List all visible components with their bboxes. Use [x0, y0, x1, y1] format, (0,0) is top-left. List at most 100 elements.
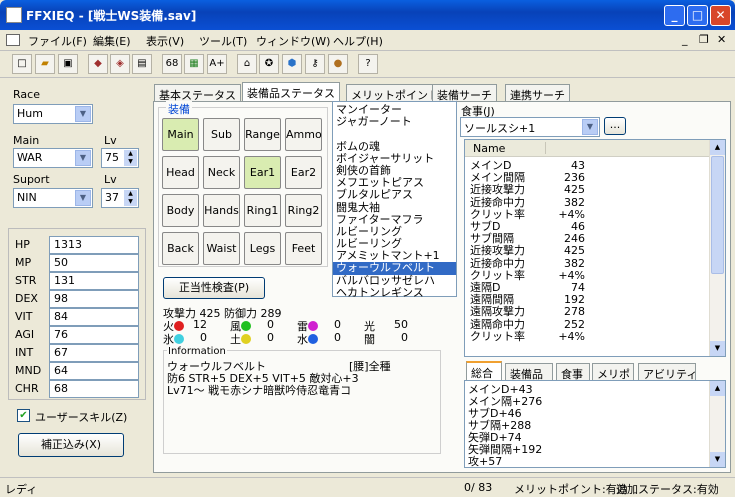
mdi-close-icon[interactable]: ✕	[717, 33, 726, 46]
house-icon[interactable]: ⌂	[237, 54, 257, 74]
slot-main[interactable]: Main	[162, 118, 199, 151]
parameter-scrollbar[interactable]: ▲ ▼	[709, 140, 725, 356]
menu-view[interactable]: 表示(V)	[146, 33, 184, 49]
parameter-list[interactable]: Name メインD 43 メイン間隔 236 近接攻撃力 425 近接命中力 382 ク…	[464, 139, 726, 357]
main-job-label: Main	[13, 134, 40, 147]
param-name: 遠隔攻撃力	[470, 305, 525, 319]
shield-icon[interactable]: ⬢	[282, 54, 302, 74]
list-item[interactable]	[333, 128, 456, 140]
list-item[interactable]: ブルタルピアス	[333, 189, 456, 201]
subtab-item[interactable]: 総合	[466, 361, 502, 380]
tool-68-icon[interactable]: 68	[162, 54, 182, 74]
list-item[interactable]: ヘカトンレギンス	[333, 286, 456, 299]
close-button[interactable]: ✕	[710, 5, 731, 26]
slot-ring1[interactable]: Ring1	[244, 194, 281, 227]
list-item[interactable]: ジャガーノート	[333, 116, 456, 128]
element-resist: 水	[297, 331, 318, 347]
help-icon[interactable]: ?	[358, 54, 378, 74]
spin-icon[interactable]: ▲ ▼	[124, 190, 137, 206]
tab-equipment-status[interactable]: 装備品ステータス	[242, 82, 340, 102]
stat-label: DEX	[15, 292, 38, 305]
tool-grid-icon[interactable]: ▦	[184, 54, 204, 74]
subtab-item[interactable]: メリポ	[592, 363, 634, 381]
tab-equipment-search[interactable]: 装備サーチ	[432, 84, 497, 102]
support-lv-stepper[interactable]: 37 ▲ ▼	[101, 188, 139, 208]
slot-head[interactable]: Head	[162, 156, 199, 189]
support-job-label: Suport	[13, 173, 50, 186]
user-skill-checkbox[interactable]: ✔	[17, 409, 30, 422]
tab-merit-points[interactable]: メリットポイント	[346, 84, 444, 102]
maximize-button[interactable]: □	[687, 5, 708, 26]
key-icon[interactable]: ⚷	[305, 54, 325, 74]
element-value: 0	[334, 318, 341, 331]
subtab-item[interactable]: 装備品	[505, 363, 553, 381]
minimize-button[interactable]: _	[664, 5, 685, 26]
scroll-up-icon[interactable]: ▲	[710, 140, 725, 155]
slot-ear1[interactable]: Ear1	[244, 156, 281, 189]
tab-basic-status[interactable]: 基本ステータス	[154, 84, 241, 102]
app-icon	[6, 7, 22, 23]
menu-file[interactable]: ファイル(F)	[28, 33, 87, 49]
item-list[interactable]: マンイーター ジャガーノート ボムの魂 ボイジャーサリット 剣侠の首飾 メフエットピアスブ…	[332, 101, 457, 299]
menu-tools[interactable]: ツール(T)	[199, 33, 247, 49]
tool-aplus-icon[interactable]: A+	[207, 54, 227, 74]
tab-chain-search[interactable]: 連携サーチ	[505, 84, 570, 102]
list-item[interactable]: ボムの魂	[333, 140, 456, 153]
validate-button[interactable]: 正当性検査(P)	[163, 277, 265, 299]
new-file-icon[interactable]: □	[12, 54, 32, 74]
subtab-item[interactable]: アビリティ	[638, 363, 697, 381]
menu-help[interactable]: ヘルプ(H)	[333, 33, 383, 49]
support-lv-label: Lv	[104, 173, 117, 186]
slot-ring2[interactable]: Ring2	[285, 194, 322, 227]
column-name-header[interactable]: Name	[473, 142, 505, 155]
scroll-down-icon[interactable]: ▼	[710, 452, 725, 467]
slot-waist[interactable]: Waist	[203, 232, 240, 265]
save-icon[interactable]: ▣	[58, 54, 78, 74]
slot-neck[interactable]: Neck	[203, 156, 240, 189]
scroll-thumb[interactable]	[711, 156, 724, 274]
spin-icon[interactable]: ▲ ▼	[124, 150, 137, 166]
tool-b-icon[interactable]: ◈	[110, 54, 130, 74]
slot-legs[interactable]: Legs	[244, 232, 281, 265]
slot-range[interactable]: Range	[244, 118, 281, 151]
slot-ear2[interactable]: Ear2	[285, 156, 322, 189]
food-icon[interactable]: ●	[328, 54, 348, 74]
list-item[interactable]: 闘鬼大袖	[333, 201, 456, 214]
correction-button[interactable]: 補正込み(X)	[18, 433, 124, 457]
mdi-minimize-icon[interactable]: _	[682, 33, 688, 46]
open-folder-icon[interactable]: ▰	[35, 54, 55, 74]
gear-wheel-icon[interactable]: ✪	[259, 54, 279, 74]
slot-back[interactable]: Back	[162, 232, 199, 265]
tool-c-icon[interactable]: ▤	[132, 54, 152, 74]
list-item[interactable]: バルバロッサゼレハ	[333, 274, 456, 287]
slot-body[interactable]: Body	[162, 194, 199, 227]
tool-a-icon[interactable]: ◆	[88, 54, 108, 74]
menu-window[interactable]: ウィンドウ(W)	[256, 33, 330, 49]
food-select[interactable]: ソールスシ+1 ▼	[460, 117, 600, 137]
chevron-down-icon: ▼	[75, 190, 91, 206]
main-lv-stepper[interactable]: 75 ▲ ▼	[101, 148, 139, 168]
param-value: 252	[564, 317, 585, 331]
document-icon[interactable]	[6, 34, 20, 46]
slot-sub[interactable]: Sub	[203, 118, 240, 151]
food-more-button[interactable]: ...	[604, 117, 626, 135]
subtab-item[interactable]: 食事	[556, 363, 590, 381]
summary-scrollbar[interactable]: ▲ ▼	[709, 381, 725, 467]
mdi-restore-icon[interactable]: ❐	[699, 33, 709, 46]
slot-hands[interactable]: Hands	[203, 194, 240, 227]
stat-label: AGI	[15, 328, 35, 341]
support-job-select[interactable]: NIN ▼	[13, 188, 93, 208]
menu-edit[interactable]: 編集(E)	[93, 33, 131, 49]
slot-feet[interactable]: Feet	[285, 232, 322, 265]
stat-label: STR	[15, 274, 37, 287]
scroll-up-icon[interactable]: ▲	[710, 381, 725, 396]
list-item[interactable]: ウォーウルフベルト	[333, 262, 456, 275]
summary-list[interactable]: メインD+43 メイン隔+276 サブD+46 サブ隔+288 矢弾D+74 矢弾間隔+1…	[464, 380, 726, 468]
slot-ammo[interactable]: Ammo	[285, 118, 322, 151]
race-select[interactable]: Hum ▼	[13, 104, 93, 124]
equipment-group-label: 装備	[166, 101, 192, 117]
param-name: 近接攻撃力	[470, 244, 525, 258]
scroll-down-icon[interactable]: ▼	[710, 341, 725, 356]
info-line-2: Lv71～ 戦モ赤シナ暗獣吟侍忍竜青コ	[167, 384, 352, 397]
main-job-select[interactable]: WAR ▼	[13, 148, 93, 168]
